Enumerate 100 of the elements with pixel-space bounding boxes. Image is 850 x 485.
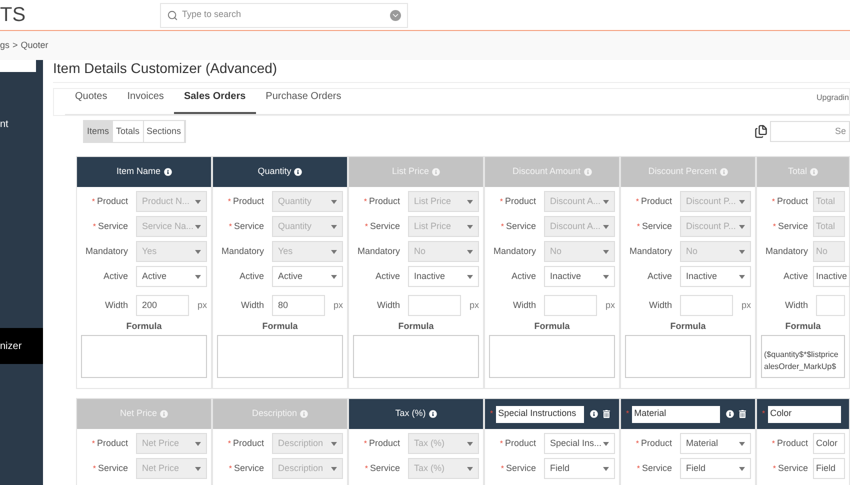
chevron-down-icon[interactable] [390,10,401,20]
sidebar-item[interactable]: nizer [0,328,43,364]
formula-field[interactable] [489,335,615,378]
select-field[interactable]: Color [813,433,845,454]
required-mark: * [772,440,775,448]
required-mark: * [762,410,766,418]
tab[interactable]: Invoices [117,89,174,114]
unit-label: px [605,298,615,312]
column-header: Tax (%) [349,399,483,429]
column-name-input[interactable]: Color [768,406,841,422]
required-mark: * [772,222,776,230]
field-label: Service [98,220,128,233]
select-field[interactable]: Inactive [408,266,479,287]
info-icon[interactable] [590,410,598,418]
formula-field[interactable] [81,335,207,378]
select-field[interactable]: Field [680,458,751,479]
segment-tab[interactable]: Totals [113,121,144,142]
select-field[interactable]: Inactive [544,266,615,287]
breadcrumb-link[interactable]: Quoter [20,38,48,52]
breadcrumb-link[interactable]: gs [0,38,10,52]
required-mark: * [228,440,231,448]
formula-field[interactable] [625,335,751,378]
field-label: Service [778,462,808,475]
width-input[interactable] [680,295,734,316]
formula-field[interactable] [353,335,479,378]
caret-icon [603,442,609,446]
width-input[interactable] [544,295,598,316]
trash-icon[interactable] [603,410,610,418]
tab[interactable]: Sales Orders [174,89,256,114]
caret-icon [739,250,745,254]
column-header: Quantity [213,157,347,187]
copy-icon[interactable] [754,124,768,139]
caret-icon [603,250,609,254]
tab[interactable]: Quotes [65,89,118,114]
segment-tab[interactable]: Sections [144,121,186,142]
caret-icon [467,250,473,254]
caret-icon [467,200,473,204]
select-field[interactable]: Special Ins... [544,433,615,454]
select-field[interactable]: Inactive [813,266,850,287]
column-search-field[interactable]: Se [770,121,850,142]
select-field[interactable]: Active [136,266,207,287]
column-name-input[interactable]: Material [632,406,720,422]
required-mark: * [500,440,503,448]
select-field[interactable]: Material [680,433,751,454]
field-label: Width [784,298,808,312]
field-label: Service [234,462,264,475]
required-mark: * [228,198,231,206]
formula-field[interactable]: ($quantity$*$listprice alesOrder_MarkUp$ [761,335,845,378]
required-mark: * [490,410,494,418]
formula-field[interactable] [217,335,343,378]
tab[interactable]: Purchase Orders [256,89,352,114]
field-label: Service [778,220,808,233]
search-field[interactable]: Type to search [160,2,408,28]
info-icon[interactable] [428,410,437,418]
column-header: Item Name [77,157,211,187]
field-label: Product [640,436,672,450]
logo-text: TS [0,5,27,25]
field-label: Active [783,270,808,283]
breadcrumb-separator: > [12,38,18,52]
unit-label: px [741,298,751,312]
width-input[interactable] [816,295,845,316]
info-icon[interactable] [294,168,302,176]
caret-icon [331,442,337,446]
required-mark: * [364,440,367,448]
caret-icon [739,466,745,470]
required-mark: * [228,464,232,472]
caret-icon [603,224,609,228]
field-label: Formula [670,320,706,333]
field-label: Product [368,194,400,208]
caret-icon [603,200,609,204]
field-label: Product [504,194,536,208]
unit-label: px [469,298,479,312]
field-label: Mandatory [493,244,536,258]
caret-icon [331,224,337,228]
field-label: Product [368,436,400,450]
width-input[interactable]: 80 [272,295,326,316]
required-mark: * [636,440,639,448]
required-mark: * [500,464,504,472]
select-field[interactable]: Field [813,458,845,479]
field-label: Mandatory [85,244,128,258]
sidebar-item[interactable]: nt [0,106,43,142]
caret-icon [331,466,337,470]
select-field[interactable]: Inactive [680,266,751,287]
segment-tab[interactable]: Items [84,121,114,142]
required-mark: * [92,464,96,472]
required-mark: * [92,440,95,448]
select-field[interactable]: Active [272,266,343,287]
info-icon[interactable] [726,410,734,418]
trash-icon[interactable] [739,410,746,418]
width-input[interactable]: 200 [136,295,190,316]
width-input[interactable] [408,295,462,316]
select-field[interactable]: Field [544,458,615,479]
required-mark: * [772,198,775,206]
caret-icon [195,200,201,204]
field-label: Width [648,298,672,312]
required-mark: * [636,198,639,206]
info-icon[interactable] [164,168,172,176]
field-label: Service [234,220,264,233]
column-name-input[interactable]: Special Instructions [496,406,584,422]
caret-icon [739,224,745,228]
